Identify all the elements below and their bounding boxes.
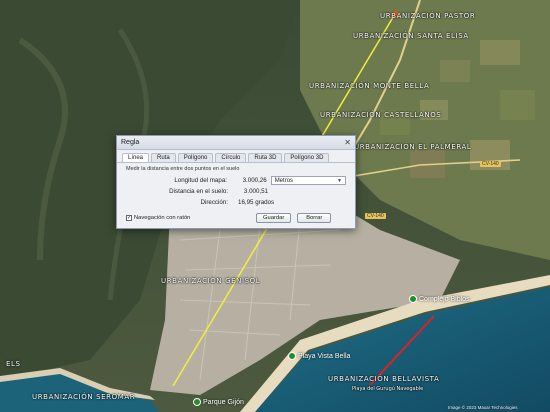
tab-line[interactable]: Línea <box>122 153 150 162</box>
road-badge: CV-140 <box>480 161 501 167</box>
map-pin-icon <box>288 352 296 360</box>
dialog-footer: ✓ Navegación con ratón Guardar Borrar <box>126 213 346 223</box>
map-length-label: Longitud del mapa: <box>174 177 227 184</box>
ground-length-value: 3.000,51 <box>243 188 268 195</box>
map-length-value: 3.000,26 <box>242 177 267 184</box>
road-badge: CV-140 <box>365 213 386 219</box>
direction-value: 16,95 grados <box>238 199 275 206</box>
mouse-nav-label: Navegación con ratón <box>134 215 191 221</box>
poi-marker[interactable]: Parque Gijón <box>193 398 244 406</box>
map-pin-icon <box>193 398 201 406</box>
measure-description: Medir la distancia entre dos puntos en e… <box>126 166 240 172</box>
place-label: ELS <box>6 360 21 368</box>
tab-3d-polygon[interactable]: Polígono 3D <box>284 153 330 162</box>
tab-path[interactable]: Ruta <box>151 153 176 162</box>
tab-polygon[interactable]: Polígono <box>177 153 214 162</box>
chevron-down-icon: ▼ <box>337 177 342 184</box>
poi-label: Parque Gijón <box>203 398 244 406</box>
poi-marker[interactable]: Complejo Biblos <box>409 295 470 303</box>
poi-marker[interactable]: Playa Vista Bella <box>288 352 350 360</box>
direction-label: Dirección: <box>200 199 228 206</box>
place-label: URBANIZACIÓN BELLAVISTA <box>328 375 440 383</box>
water-label: Playa del Gurugú Navegable <box>352 386 424 392</box>
unit-select[interactable]: Metros ▼ <box>270 176 346 185</box>
place-label: URBANIZACIÓN GENISOL <box>161 277 261 285</box>
close-icon[interactable]: ✕ <box>344 138 351 147</box>
tab-3d-path[interactable]: Ruta 3D <box>248 153 283 162</box>
map-length-row: Longitud del mapa: 3.000,26 Metros ▼ <box>126 175 346 186</box>
dialog-title: Regla <box>121 139 140 146</box>
place-label: URBANIZACIÓN CASTELLANOS <box>320 111 442 119</box>
place-label: URBANIZACIÓN MONTE BELLA <box>309 82 430 90</box>
unit-select-value: Metros <box>274 177 294 184</box>
place-label: URBANIZACIÓN PASTOR <box>380 12 476 20</box>
tab-bar: Línea Ruta Polígono Círculo Ruta 3D Polí… <box>117 150 355 163</box>
direction-row: Dirección: 16,95 grados <box>126 197 346 208</box>
tab-circle[interactable]: Círculo <box>215 153 247 162</box>
copyright-text: Image © 2023 Maxar Technologies <box>448 405 518 410</box>
dialog-body: Medir la distancia entre dos puntos en e… <box>117 163 355 226</box>
ground-length-label: Distancia en el suelo: <box>169 188 228 195</box>
mouse-nav-checkbox[interactable]: ✓ <box>126 215 132 221</box>
save-button[interactable]: Guardar <box>256 213 292 223</box>
place-label: URBANIZACIÓN EL PALMERAL <box>354 143 472 151</box>
clear-button[interactable]: Borrar <box>297 213 332 223</box>
place-label: URBANIZACIÓN SANTA ELISA <box>353 32 469 40</box>
dialog-titlebar[interactable]: Regla ✕ <box>117 136 355 150</box>
ruler-dialog: Regla ✕ Línea Ruta Polígono Círculo Ruta… <box>116 135 356 229</box>
map-pin-icon <box>409 295 417 303</box>
ground-length-row: Distancia en el suelo: 3.000,51 <box>126 186 346 197</box>
poi-label: Playa Vista Bella <box>298 352 351 360</box>
poi-label: Complejo Biblos <box>419 295 470 303</box>
place-label: URBANIZACIÓN SEROMAR <box>32 393 136 401</box>
